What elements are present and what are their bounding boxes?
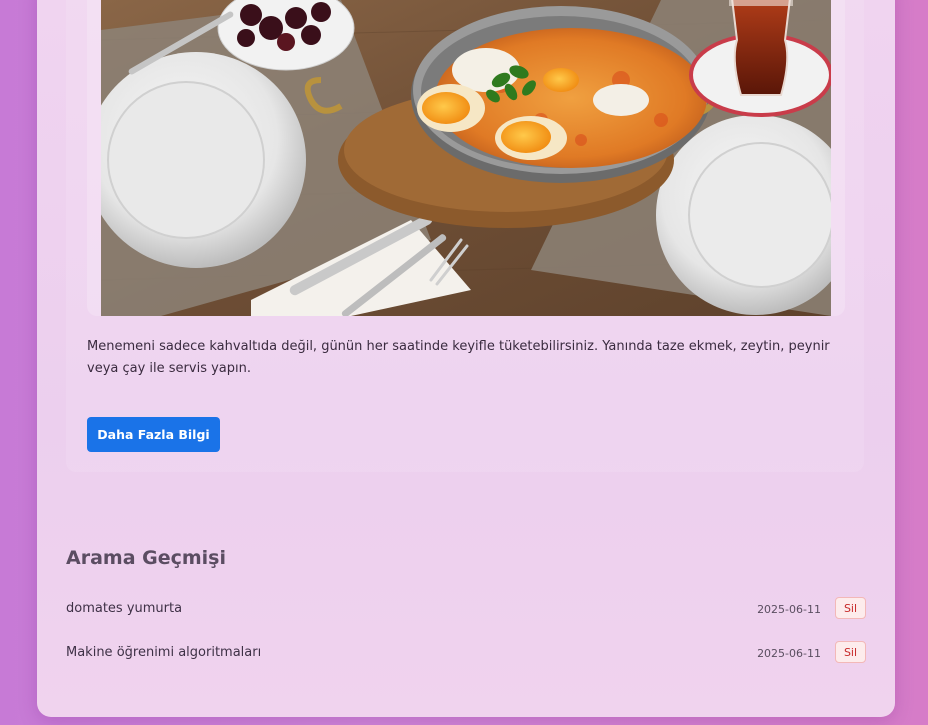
search-history-title: Arama Geçmişi bbox=[66, 547, 227, 569]
history-query[interactable]: domates yumurta bbox=[66, 601, 182, 616]
menemen-photo bbox=[101, 0, 831, 316]
history-item: Makine öğrenimi algoritmaları 2025-06-11… bbox=[66, 640, 866, 668]
article-description: Menemeni sadece kahvaltıda değil, günün … bbox=[87, 339, 830, 376]
delete-history-button[interactable]: Sil bbox=[835, 597, 866, 619]
history-query[interactable]: Makine öğrenimi algoritmaları bbox=[66, 645, 261, 660]
history-date: 2025-06-11 bbox=[757, 647, 821, 660]
history-item: domates yumurta 2025-06-11 Sil bbox=[66, 596, 866, 624]
more-info-button[interactable]: Daha Fazla Bilgi bbox=[87, 417, 220, 452]
delete-history-button[interactable]: Sil bbox=[835, 641, 866, 663]
history-date: 2025-06-11 bbox=[757, 603, 821, 616]
